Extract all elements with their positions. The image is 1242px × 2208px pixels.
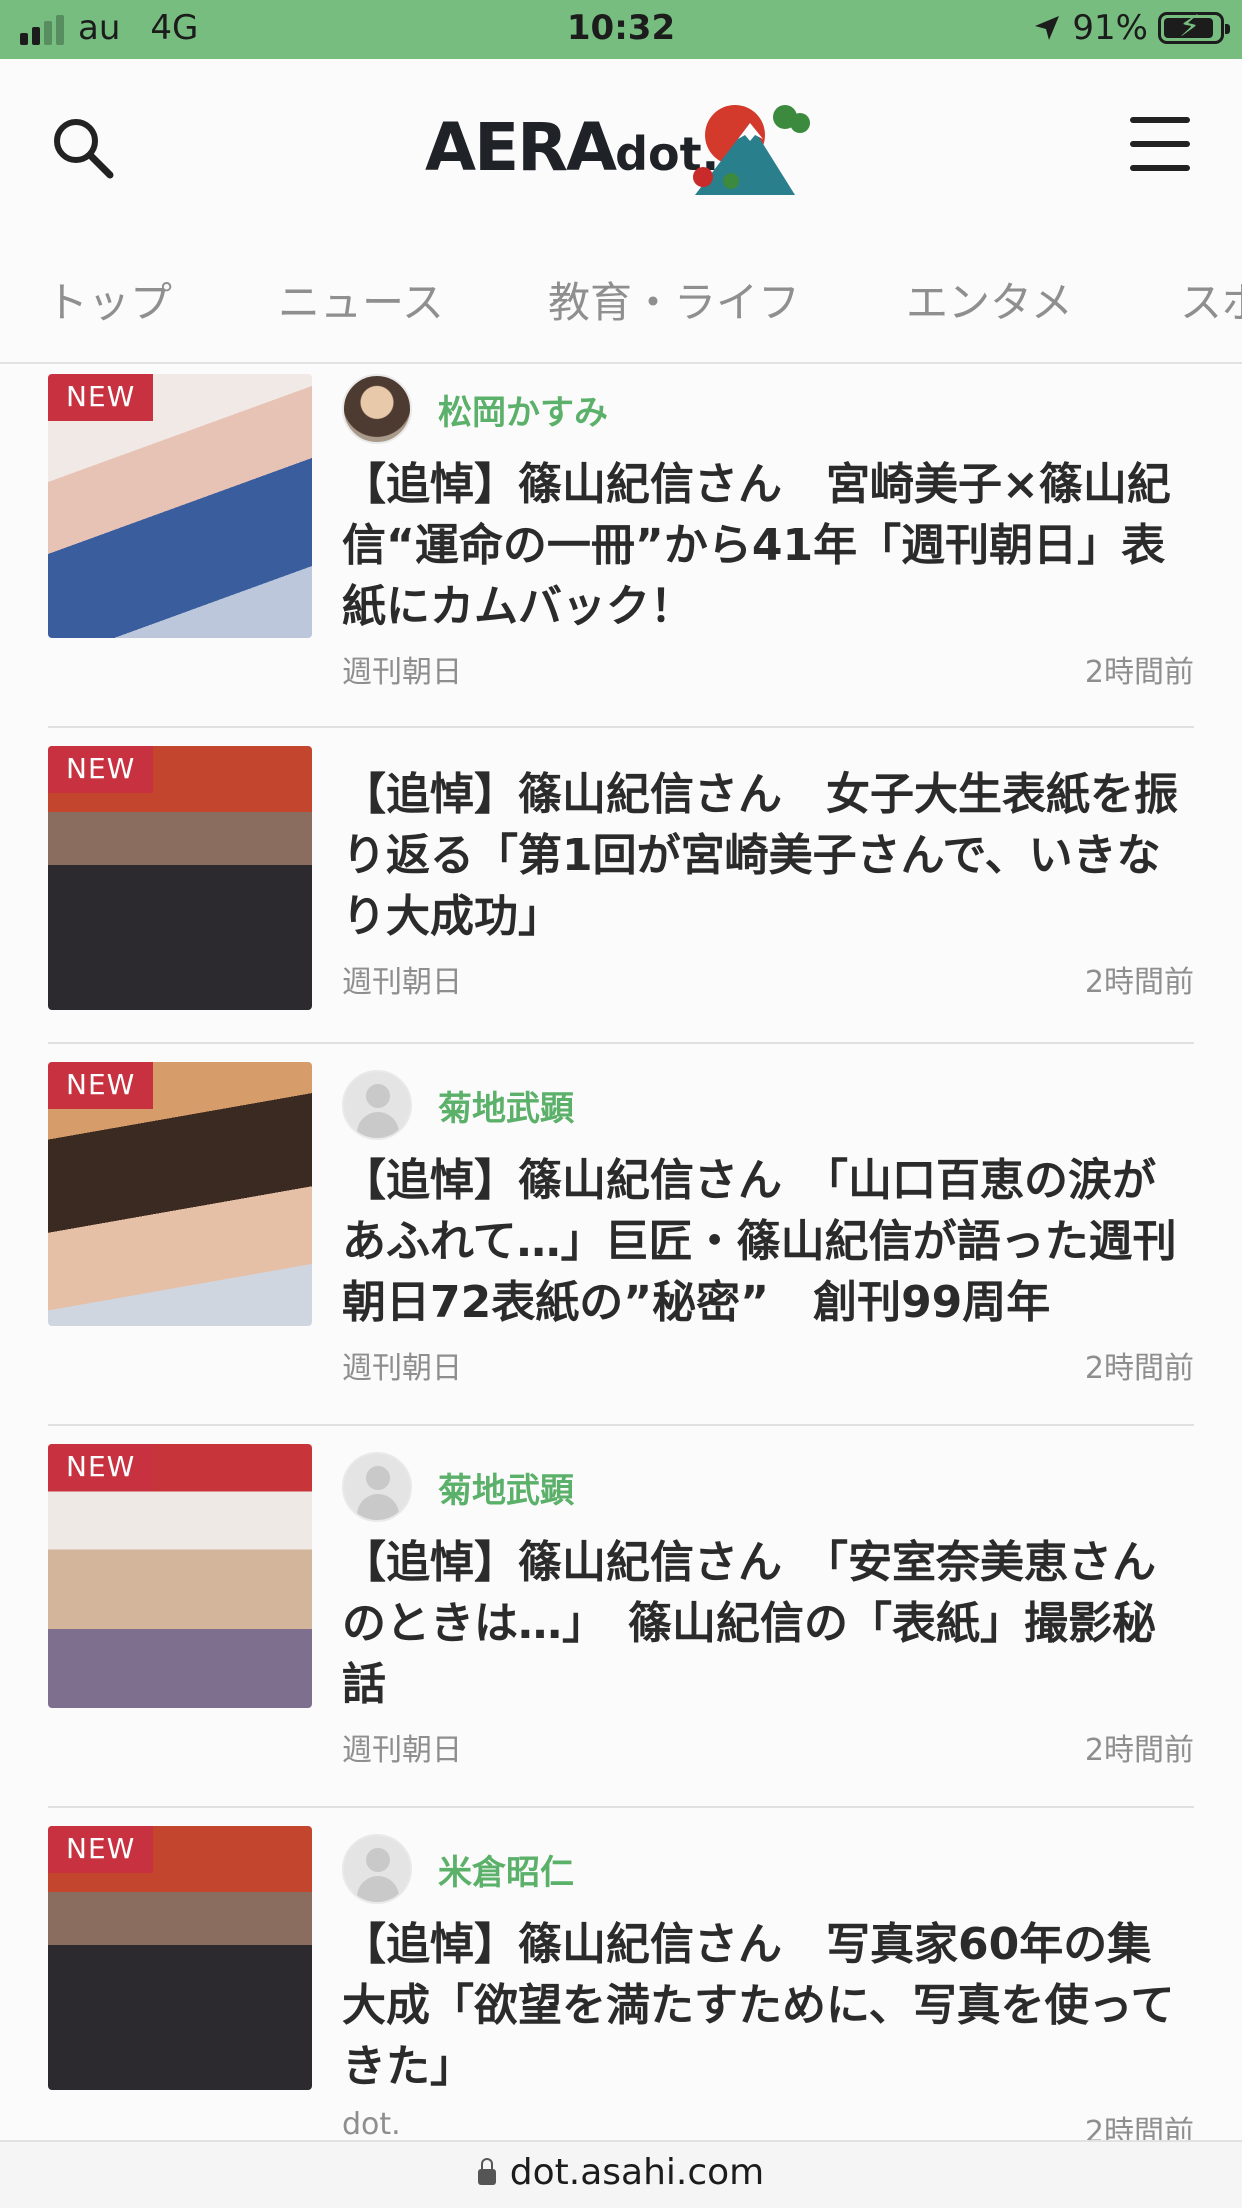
article-item[interactable]: NEW 米倉昭仁 【追悼】篠山紀信さん 写真家60年の集大成「欲望を満たすために… <box>48 1810 1194 2170</box>
article-item[interactable]: NEW 【追悼】篠山紀信さん 女子大生表紙を振り返る「第1回が宮崎美子さんで、い… <box>48 730 1194 1044</box>
article-content: 米倉昭仁 【追悼】篠山紀信さん 写真家60年の集大成「欲望を満たすために、写真を… <box>342 1826 1194 2151</box>
tab-news[interactable]: ニュース <box>278 269 444 330</box>
browser-url-bar[interactable]: dot.asahi.com <box>0 2140 1242 2208</box>
tab-sports[interactable]: スポ <box>1180 269 1242 330</box>
tab-entertainment[interactable]: エンタメ <box>906 269 1073 330</box>
author-row: 菊地武顕 <box>342 1450 1194 1524</box>
tab-top[interactable]: トップ <box>46 269 172 330</box>
article-time: 2時間前 <box>1084 1733 1194 1768</box>
new-year-decoration-icon <box>693 105 810 195</box>
author-name[interactable]: 菊地武顕 <box>438 1463 574 1512</box>
article-item[interactable]: NEW 菊地武顕 【追悼】篠山紀信さん 「安室奈美恵さんのときは…」 篠山紀信の… <box>48 1428 1194 1808</box>
author-row: 菊地武顕 <box>342 1068 1194 1142</box>
author-name[interactable]: 菊地武顕 <box>438 1081 574 1130</box>
author-avatar <box>342 1452 412 1522</box>
author-row: 松岡かすみ <box>342 372 1194 446</box>
article-content: 【追悼】篠山紀信さん 女子大生表紙を振り返る「第1回が宮崎美子さんで、いきなり大… <box>342 756 1194 1001</box>
article-meta: 週刊朝日 2時間前 <box>342 957 1194 1001</box>
author-avatar <box>342 1070 412 1140</box>
author-name[interactable]: 松岡かすみ <box>438 385 608 434</box>
menu-icon[interactable] <box>1130 117 1190 171</box>
article-meta: 週刊朝日 2時間前 <box>342 1725 1194 1769</box>
logo-main: AERA <box>425 109 617 186</box>
article-item[interactable]: NEW 菊地武顕 【追悼】篠山紀信さん 「山口百恵の涙があふれて…」巨匠・篠山紀… <box>48 1046 1194 1426</box>
article-thumbnail[interactable]: NEW <box>48 1444 312 1708</box>
site-logo[interactable]: AERAdot. <box>425 95 825 195</box>
article-title[interactable]: 【追悼】篠山紀信さん 宮崎美子×篠山紀信“運命の一冊”から41年「週刊朝日」表紙… <box>342 454 1194 637</box>
category-tabs: トップ ニュース 教育・ライフ エンタメ スポ <box>0 229 1242 364</box>
article-content: 菊地武顕 【追悼】篠山紀信さん 「山口百恵の涙があふれて…」巨匠・篠山紀信が語っ… <box>342 1062 1194 1387</box>
tab-education-life[interactable]: 教育・ライフ <box>548 269 800 330</box>
author-avatar <box>342 374 412 444</box>
article-thumbnail[interactable]: NEW <box>48 1826 312 2090</box>
site-header: AERAdot. <box>0 59 1242 229</box>
article-title[interactable]: 【追悼】篠山紀信さん 「安室奈美恵さんのときは…」 篠山紀信の「表紙」撮影秘話 <box>342 1532 1194 1715</box>
url-text: dot.asahi.com <box>509 2152 765 2193</box>
new-badge: NEW <box>48 746 154 793</box>
lock-icon <box>477 2158 496 2185</box>
article-thumbnail[interactable]: NEW <box>48 1062 312 1326</box>
article-content: 菊地武顕 【追悼】篠山紀信さん 「安室奈美恵さんのときは…」 篠山紀信の「表紙」… <box>342 1444 1194 1769</box>
article-title[interactable]: 【追悼】篠山紀信さん 「山口百恵の涙があふれて…」巨匠・篠山紀信が語った週刊朝日… <box>342 1150 1194 1333</box>
status-right: 91% ⚡ <box>1032 8 1230 48</box>
new-badge: NEW <box>48 1826 154 1873</box>
article-item[interactable]: NEW 松岡かすみ 【追悼】篠山紀信さん 宮崎美子×篠山紀信“運命の一冊”から4… <box>48 366 1194 728</box>
status-bar: au 4G 10:32 91% ⚡ <box>0 0 1242 59</box>
article-source: 週刊朝日 <box>342 1351 462 1386</box>
charging-bolt-icon: ⚡ <box>1179 9 1201 44</box>
location-arrow-icon <box>1035 16 1060 40</box>
article-meta: 週刊朝日 2時間前 <box>342 1343 1194 1387</box>
article-time: 2時間前 <box>1084 655 1194 690</box>
new-badge: NEW <box>48 1062 154 1109</box>
article-time: 2時間前 <box>1084 965 1194 1000</box>
article-meta: 週刊朝日 2時間前 <box>342 647 1194 691</box>
battery-icon: ⚡ <box>1158 9 1230 44</box>
author-name[interactable]: 米倉昭仁 <box>438 1845 574 1894</box>
new-badge: NEW <box>48 374 154 421</box>
article-source: 週刊朝日 <box>342 655 462 690</box>
article-title[interactable]: 【追悼】篠山紀信さん 女子大生表紙を振り返る「第1回が宮崎美子さんで、いきなり大… <box>342 764 1194 947</box>
article-content: 松岡かすみ 【追悼】篠山紀信さん 宮崎美子×篠山紀信“運命の一冊”から41年「週… <box>342 366 1194 691</box>
article-thumbnail[interactable]: NEW <box>48 374 312 638</box>
article-thumbnail[interactable]: NEW <box>48 746 312 1010</box>
article-source: 週刊朝日 <box>342 1733 462 1768</box>
author-avatar <box>342 1834 412 1904</box>
article-title[interactable]: 【追悼】篠山紀信さん 写真家60年の集大成「欲望を満たすために、写真を使ってきた… <box>342 1914 1194 2097</box>
url-display[interactable]: dot.asahi.com <box>0 2152 1242 2193</box>
article-time: 2時間前 <box>1084 1351 1194 1386</box>
author-row: 米倉昭仁 <box>342 1832 1194 1906</box>
article-source: 週刊朝日 <box>342 965 462 1000</box>
new-badge: NEW <box>48 1444 154 1491</box>
search-icon[interactable] <box>50 115 114 179</box>
battery-percent: 91% <box>1072 8 1148 48</box>
